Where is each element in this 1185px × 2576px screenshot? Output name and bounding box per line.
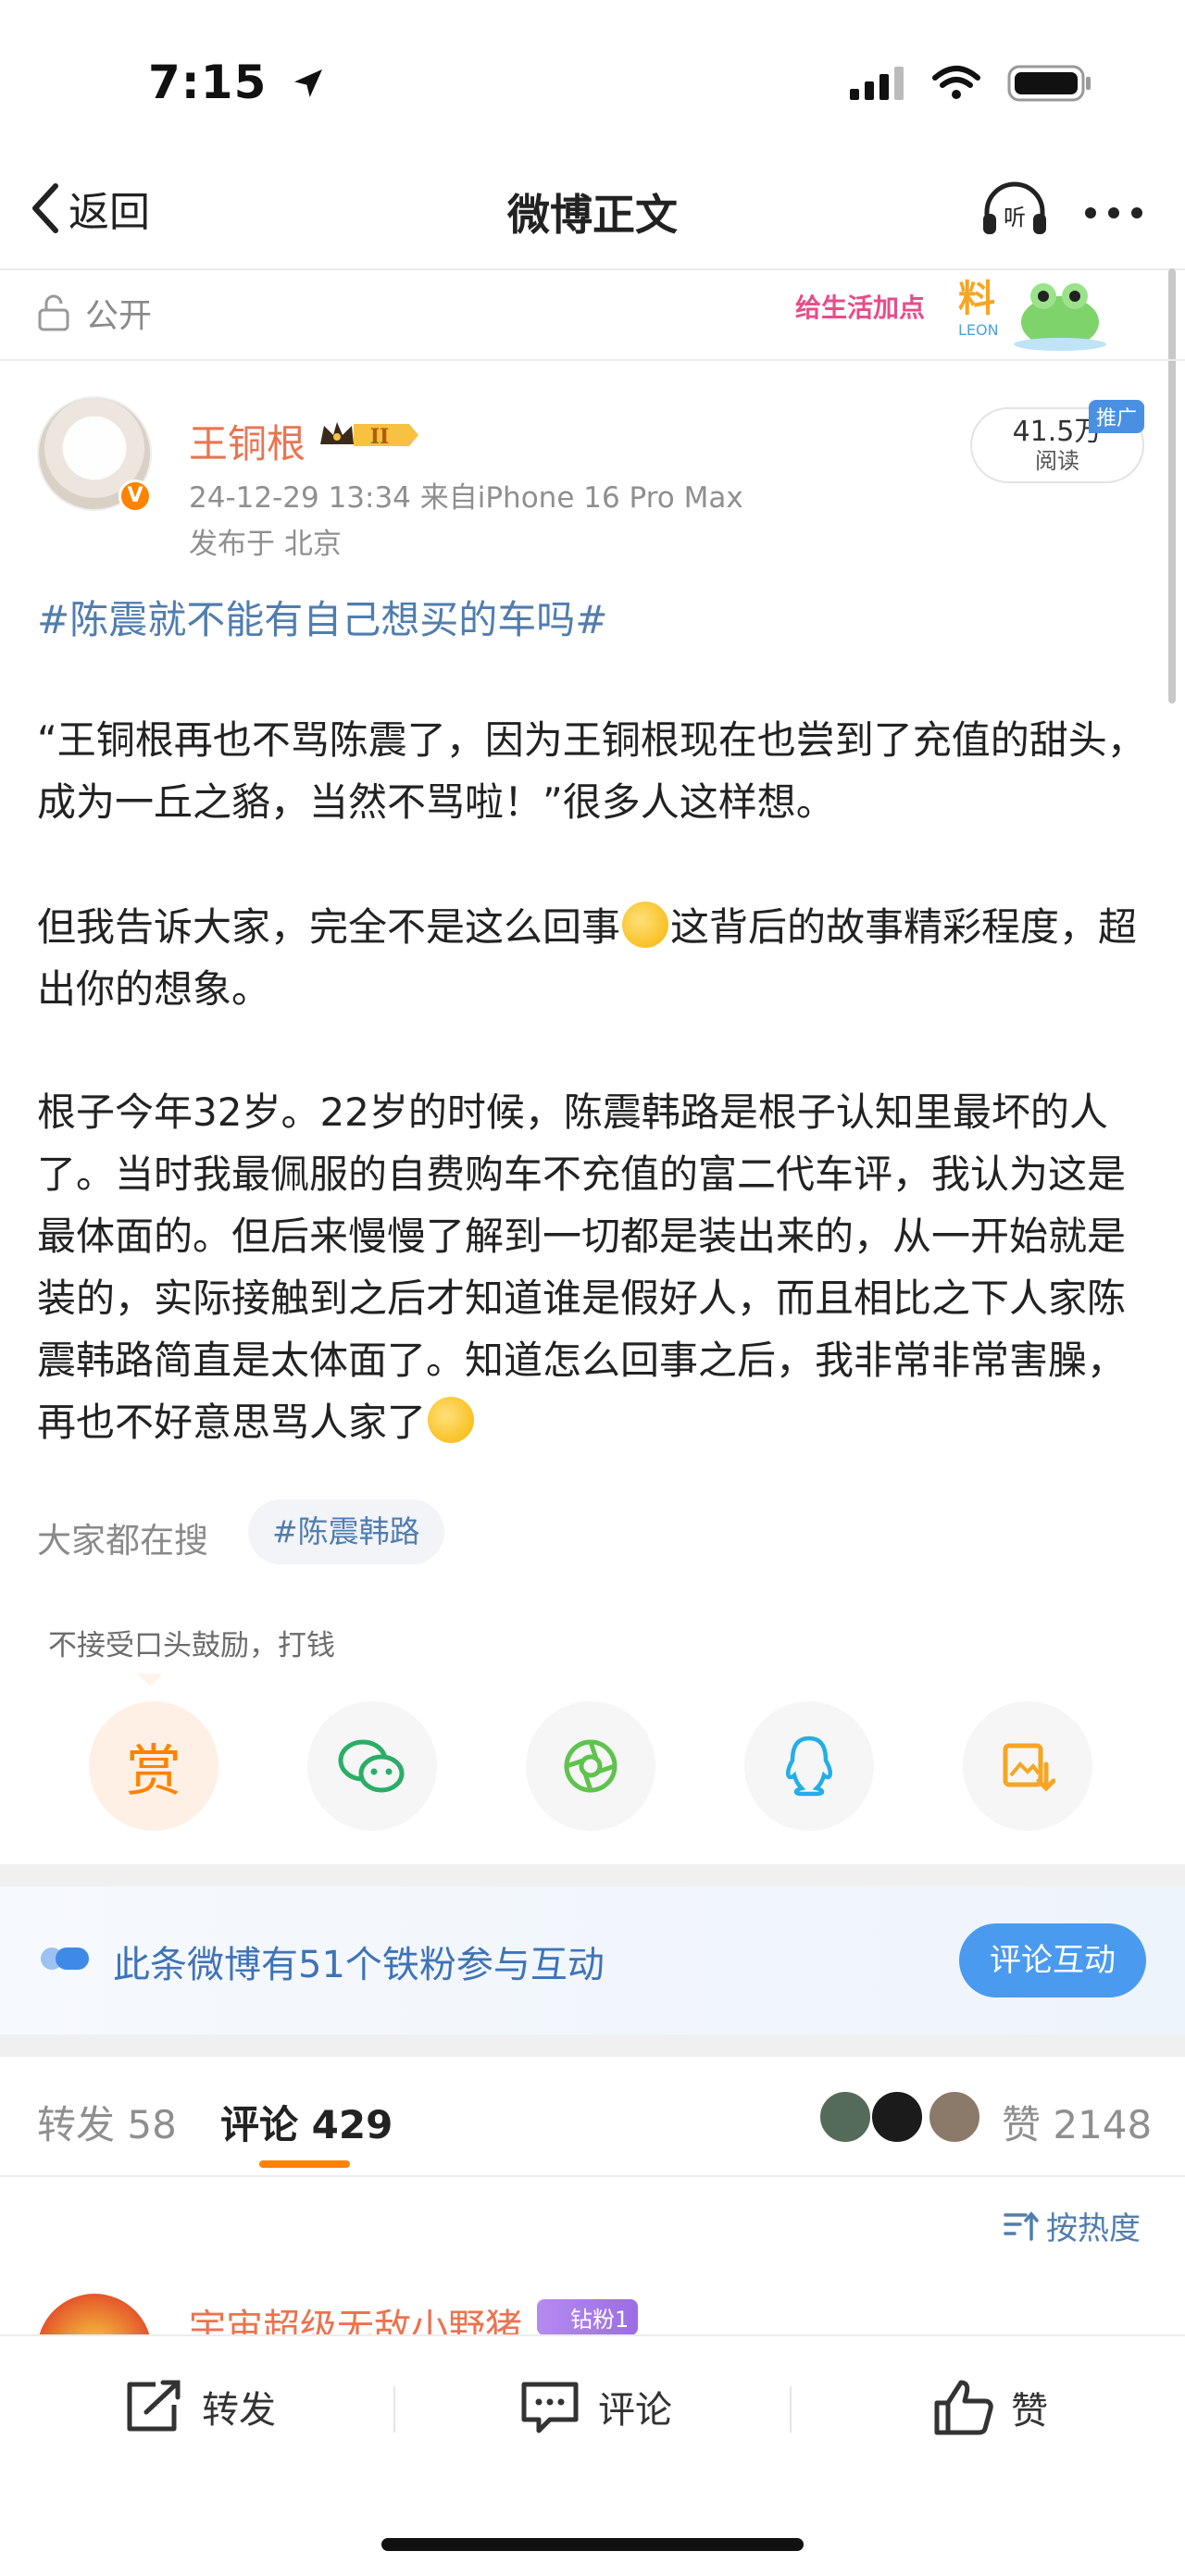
tab-repost[interactable]: 转发 58	[37, 2094, 177, 2150]
tip-pointer	[137, 1674, 163, 1686]
crying-emoji-icon	[428, 1397, 475, 1443]
bottom-divider	[393, 2386, 395, 2433]
banner-text-3: LEON	[958, 321, 999, 339]
like-label: 赞	[1011, 2390, 1048, 2433]
iron-fan-icon	[39, 1944, 91, 1977]
active-tab-indicator	[259, 2160, 350, 2168]
scrollbar[interactable]	[1168, 268, 1176, 703]
comment-interact-button[interactable]: 评论互动	[959, 1923, 1146, 1997]
like-button[interactable]: 赞	[933, 2379, 1048, 2436]
cellular-signal-icon	[850, 67, 904, 100]
post-paragraph-3-text: 根子今年32岁。22岁的时候，陈震韩路是根子认知里最坏的人了。当时我最佩服的自费…	[37, 1089, 1127, 1445]
more-icon	[1085, 207, 1142, 218]
post-location: 发布于 北京	[189, 528, 342, 561]
more-options-button[interactable]	[1083, 196, 1144, 222]
thumbs-up-icon	[934, 2380, 993, 2435]
location-arrow-icon	[293, 69, 322, 97]
repost-label: 转发	[202, 2389, 276, 2432]
comment-icon	[521, 2382, 579, 2433]
save-image-button[interactable]	[963, 1701, 1092, 1831]
moments-icon	[564, 1739, 617, 1793]
listen-label: 听	[1004, 205, 1026, 230]
qq-icon	[786, 1736, 832, 1797]
promo-banner[interactable]: 给生活加点 料 LEON	[792, 268, 1106, 352]
repost-button[interactable]: 转发	[122, 2379, 276, 2434]
headphones-icon: 听	[983, 181, 1046, 234]
trending-search-label: 大家都在搜	[37, 1521, 208, 1561]
vip-level: II	[370, 425, 390, 449]
frog-banner-graphic: 给生活加点 料 LEON	[795, 278, 1106, 351]
verified-badge-icon: V	[118, 479, 152, 513]
visibility-label: 公开	[85, 297, 153, 335]
tabs-divider	[0, 2175, 1185, 2177]
vip-level-badge: II	[317, 417, 420, 454]
liker-avatar[interactable]	[870, 2090, 924, 2144]
sort-button[interactable]: 按热度	[1002, 2203, 1141, 2248]
visibility-divider	[0, 359, 1185, 361]
unlock-icon	[38, 294, 69, 331]
fan-level-badge: 钻粉1	[537, 2299, 639, 2335]
banner-text-1: 给生活加点	[795, 292, 925, 323]
tab-comment[interactable]: 评论 429	[220, 2094, 393, 2150]
post-paragraph-3: 根子今年32岁。22岁的时候，陈震韩路是根子认知里最坏的人了。当时我最佩服的自费…	[37, 1081, 1148, 1453]
sort-label: 按热度	[1046, 2210, 1141, 2247]
reward-tip: 不接受口头鼓励，打钱	[48, 1629, 335, 1662]
status-icons	[848, 63, 1092, 104]
sort-icon	[1004, 2210, 1039, 2241]
read-label: 阅读	[1035, 448, 1079, 474]
comment-label: 评论	[598, 2389, 672, 2432]
listen-button[interactable]: 听	[979, 179, 1050, 243]
trending-search-tag[interactable]: #陈震韩路	[248, 1500, 444, 1564]
repost-icon	[127, 2380, 181, 2432]
battery-icon	[1007, 65, 1091, 102]
section-separator-2	[0, 2035, 1185, 2057]
author-name[interactable]: 王铜根	[189, 413, 306, 469]
post-paragraph-2: 但我告诉大家，完全不是这么回事 这背后的故事精彩程度，超出你的想象。	[37, 896, 1148, 1020]
save-image-icon	[1003, 1743, 1055, 1792]
post-hashtag[interactable]: #陈震就不能有自己想买的车吗#	[37, 589, 607, 645]
post-paragraph-2-part-1: 但我告诉大家，完全不是这么回事	[37, 904, 621, 950]
reward-button[interactable]: 赏	[89, 1701, 218, 1831]
liker-avatar[interactable]	[818, 2090, 872, 2144]
post-meta: 24-12-29 13:34 来自iPhone 16 Pro Max	[189, 481, 743, 515]
iron-fans-text: 此条微博有51个铁粉参与互动	[113, 1944, 605, 1986]
banner-text-2: 料	[958, 278, 995, 320]
crown-icon: II	[320, 422, 418, 449]
post-paragraph-1: “王铜根再也不骂陈震了，因为王铜根现在也尝到了充值的甜头，成为一丘之貉，当然不骂…	[37, 717, 1146, 825]
visibility-indicator: 公开	[37, 289, 152, 337]
tab-likes[interactable]: 赞 2148	[1002, 2094, 1152, 2150]
bottom-divider	[790, 2386, 792, 2433]
wechat-icon	[338, 1739, 405, 1793]
kiss-emoji-icon	[622, 902, 669, 948]
liker-avatar[interactable]	[928, 2090, 981, 2144]
share-moments-button[interactable]	[526, 1701, 655, 1831]
promotion-tag: 推广	[1089, 400, 1145, 433]
share-wechat-button[interactable]	[307, 1701, 437, 1831]
home-indicator[interactable]	[381, 2538, 804, 2551]
share-qq-button[interactable]	[744, 1701, 874, 1831]
section-separator	[0, 1864, 1185, 1886]
comment-button[interactable]: 评论	[518, 2379, 672, 2434]
status-time: 7:15	[148, 56, 327, 109]
wifi-icon	[932, 66, 980, 99]
